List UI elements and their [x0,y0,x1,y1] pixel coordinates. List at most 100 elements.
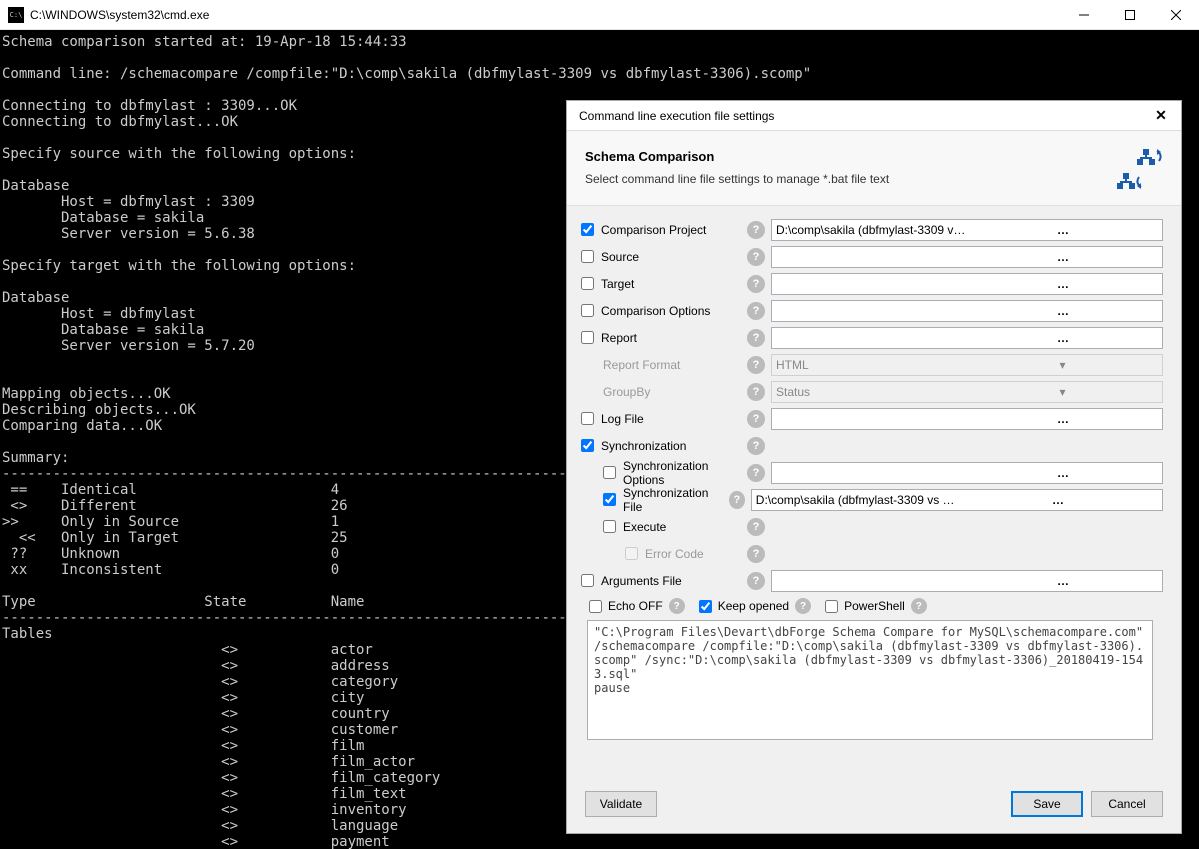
lbl-sync-options: Synchronization Options [623,459,747,487]
help-icon[interactable]: ? [669,598,685,614]
chk-log-file[interactable] [581,412,594,425]
input-log-file[interactable]: … [771,408,1163,430]
chk-synchronization[interactable] [581,439,594,452]
lbl-powershell: PowerShell [844,599,905,613]
lbl-groupby: GroupBy [603,385,650,399]
chk-sync-file[interactable] [603,493,616,506]
help-icon[interactable]: ? [747,275,765,293]
chk-target[interactable] [581,277,594,290]
help-icon[interactable]: ? [747,383,765,401]
row-comparison-project: Comparison Project ? D:\comp\sakila (dbf… [577,216,1163,243]
help-icon[interactable]: ? [747,545,765,563]
lbl-execute: Execute [623,520,666,534]
row-groupby: GroupBy ? Status▾ [577,378,1163,405]
help-icon[interactable]: ? [729,491,745,509]
schema-compare-icon [1113,149,1163,191]
browse-icon[interactable]: … [967,223,1158,237]
close-button[interactable] [1153,0,1199,30]
window-titlebar: C:\ C:\WINDOWS\system32\cmd.exe [0,0,1199,30]
lbl-keep-opened: Keep opened [718,599,789,613]
row-error-code: Error Code ? [577,540,1163,567]
validate-button[interactable]: Validate [585,791,657,817]
header-subtitle: Select command line file settings to man… [585,172,1113,186]
dialog-title: Command line execution file settings [579,109,1149,123]
dialog-header: Schema Comparison Select command line fi… [567,131,1181,206]
chk-comparison-project[interactable] [581,223,594,236]
chk-sync-options[interactable] [603,466,616,479]
help-icon[interactable]: ? [747,221,765,239]
chevron-down-icon: ▾ [967,385,1158,399]
dialog-titlebar[interactable]: Command line execution file settings ✕ [567,101,1181,131]
options-bar: Echo OFF ? Keep opened ? PowerShell ? [577,594,1163,620]
help-icon[interactable]: ? [747,248,765,266]
lbl-report: Report [601,331,637,345]
input-target[interactable]: … [771,273,1163,295]
header-title: Schema Comparison [585,149,1113,164]
chk-error-code [625,547,638,560]
row-report: Report ? … [577,324,1163,351]
row-log-file: Log File ? … [577,405,1163,432]
button-bar: Validate Save Cancel [567,779,1181,833]
input-comparison-options[interactable]: … [771,300,1163,322]
chevron-down-icon: ▾ [967,358,1158,372]
lbl-report-format: Report Format [603,358,680,372]
lbl-comparison-options: Comparison Options [601,304,710,318]
row-comparison-options: Comparison Options ? … [577,297,1163,324]
lbl-target: Target [601,277,634,291]
row-source: Source ? … [577,243,1163,270]
command-preview[interactable]: "C:\Program Files\Devart\dbForge Schema … [587,620,1153,740]
help-icon[interactable]: ? [911,598,927,614]
maximize-button[interactable] [1107,0,1153,30]
cmd-icon: C:\ [8,7,24,23]
lbl-comparison-project: Comparison Project [601,223,706,237]
lbl-sync-file: Synchronization File [623,486,729,514]
cmdline-settings-dialog: Command line execution file settings ✕ S… [566,100,1182,834]
browse-icon[interactable]: … [967,277,1158,291]
help-icon[interactable]: ? [747,437,765,455]
help-icon[interactable]: ? [747,356,765,374]
input-sync-options[interactable]: … [771,462,1163,484]
lbl-echo-off: Echo OFF [608,599,663,613]
browse-icon[interactable]: … [967,331,1158,345]
lbl-error-code: Error Code [645,547,704,561]
input-comparison-project[interactable]: D:\comp\sakila (dbfmylast-3309 vs dbfmyl… [771,219,1163,241]
browse-icon[interactable]: … [967,250,1158,264]
input-report[interactable]: … [771,327,1163,349]
window-title: C:\WINDOWS\system32\cmd.exe [30,8,209,22]
lbl-synchronization: Synchronization [601,439,686,453]
browse-icon[interactable]: … [967,304,1158,318]
lbl-source: Source [601,250,639,264]
row-target: Target ? … [577,270,1163,297]
help-icon[interactable]: ? [747,464,765,482]
chk-execute[interactable] [603,520,616,533]
browse-icon[interactable]: … [957,493,1158,507]
chk-echo-off[interactable] [589,600,602,613]
input-arguments-file[interactable]: … [771,570,1163,592]
chk-comparison-options[interactable] [581,304,594,317]
row-arguments-file: Arguments File ? … [577,567,1163,594]
help-icon[interactable]: ? [747,329,765,347]
browse-icon[interactable]: … [967,574,1158,588]
row-sync-file: Synchronization File ? D:\comp\sakila (d… [577,486,1163,513]
chk-report[interactable] [581,331,594,344]
cancel-button[interactable]: Cancel [1091,791,1163,817]
help-icon[interactable]: ? [747,572,765,590]
row-sync-options: Synchronization Options ? … [577,459,1163,486]
chk-powershell[interactable] [825,600,838,613]
input-source[interactable]: … [771,246,1163,268]
select-report-format: HTML▾ [771,354,1163,376]
minimize-button[interactable] [1061,0,1107,30]
input-sync-file[interactable]: D:\comp\sakila (dbfmylast-3309 vs dbfmyl… [751,489,1163,511]
help-icon[interactable]: ? [747,518,765,536]
chk-arguments-file[interactable] [581,574,594,587]
help-icon[interactable]: ? [747,410,765,428]
help-icon[interactable]: ? [795,598,811,614]
browse-icon[interactable]: … [967,466,1158,480]
chk-source[interactable] [581,250,594,263]
help-icon[interactable]: ? [747,302,765,320]
save-button[interactable]: Save [1011,791,1083,817]
dialog-close-button[interactable]: ✕ [1149,104,1173,128]
browse-icon[interactable]: … [967,412,1158,426]
lbl-log-file: Log File [601,412,644,426]
chk-keep-opened[interactable] [699,600,712,613]
